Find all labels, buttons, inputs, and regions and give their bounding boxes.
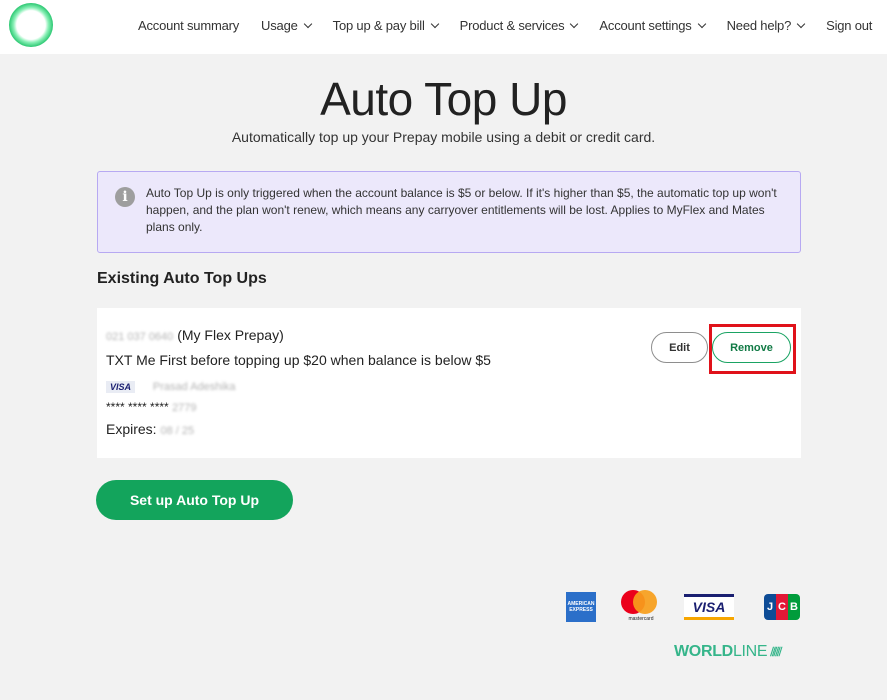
expiry-blurred: 08 / 25 — [160, 425, 195, 437]
info-notice: i Auto Top Up is only triggered when the… — [97, 171, 801, 253]
top-navigation-bar: Account summary Usage Top up & pay bill … — [0, 0, 887, 54]
nav-product-services[interactable]: Product & services — [459, 18, 579, 33]
chevron-down-icon — [796, 19, 806, 28]
nav-label: Product & services — [459, 18, 565, 33]
nav-label: Usage — [261, 18, 298, 33]
nav-need-help[interactable]: Need help? — [726, 18, 806, 33]
nav-label: Sign out — [826, 18, 873, 33]
info-text: Auto Top Up is only triggered when the a… — [146, 186, 777, 234]
remove-highlight-box — [709, 324, 796, 374]
chevron-down-icon — [697, 19, 706, 28]
info-icon: i — [115, 187, 135, 207]
nav-top-up-pay-bill[interactable]: Top up & pay bill — [332, 18, 439, 33]
chevron-down-icon — [430, 19, 439, 28]
page-subtitle: Automatically top up your Prepay mobile … — [231, 129, 656, 145]
mastercard-wordmark: mastercard — [628, 616, 654, 622]
expiry-line: Expires: 08 / 25 — [106, 421, 194, 437]
worldline-logo: WORLDLINE ⫽⫽⫽ — [674, 643, 782, 661]
expires-label: Expires: — [106, 421, 157, 437]
nav-label: Need help? — [726, 18, 792, 33]
auto-top-up-card: 021 037 0640 (My Flex Prepay) TXT Me Fir… — [97, 308, 801, 458]
set-up-auto-top-up-button[interactable]: Set up Auto Top Up — [96, 480, 293, 520]
card-number-line: **** **** **** 2779 — [106, 400, 197, 414]
mastercard-logo-icon: mastercard — [619, 590, 661, 624]
nav-account-settings[interactable]: Account settings — [599, 18, 706, 33]
nav-sign-out[interactable]: Sign out — [826, 18, 872, 33]
worldline-thin: LINE — [732, 643, 768, 660]
mastercard-yellow-circle — [633, 590, 657, 614]
cardholder-name-blurred: Prasad Adeshika — [152, 381, 236, 393]
chevron-down-icon — [303, 19, 312, 28]
existing-auto-top-ups-title: Existing Auto Top Ups — [97, 270, 267, 287]
nav-label: Top up & pay bill — [332, 18, 425, 33]
card-number-masked: **** **** **** — [106, 400, 169, 414]
jcb-j: J — [764, 594, 776, 620]
plan-name: (My Flex Prepay) — [177, 327, 284, 343]
visa-logo-icon: VISA — [684, 594, 734, 620]
amex-logo-icon: AMERICAN EXPRESS — [566, 592, 596, 622]
nav-usage[interactable]: Usage — [261, 18, 312, 33]
brand-logo-icon[interactable] — [9, 3, 53, 47]
jcb-b: B — [788, 594, 800, 620]
page-title: Auto Top Up — [320, 73, 567, 125]
nav-account-summary[interactable]: Account summary — [138, 18, 239, 33]
nav-label: Account summary — [138, 18, 240, 33]
mobile-number-blurred: 021 037 0640 — [106, 331, 174, 343]
jcb-c: C — [776, 594, 788, 620]
main-nav: Account summary Usage Top up & pay bill … — [138, 18, 872, 33]
edit-button[interactable]: Edit — [651, 332, 708, 363]
top-up-rule: TXT Me First before topping up $20 when … — [106, 352, 491, 368]
chevron-down-icon — [570, 19, 579, 28]
service-line: 021 037 0640 (My Flex Prepay) — [106, 327, 284, 343]
worldline-bold: WORLD — [674, 643, 733, 660]
nav-label: Account settings — [599, 18, 692, 33]
visa-icon: VISA — [106, 381, 136, 393]
card-last4-blurred: 2779 — [172, 402, 197, 414]
worldline-wave-icon: ⫽⫽⫽ — [770, 645, 782, 659]
jcb-logo-icon: J C B — [764, 594, 800, 620]
card-holder-line: VISA Prasad Adeshika — [106, 377, 235, 393]
